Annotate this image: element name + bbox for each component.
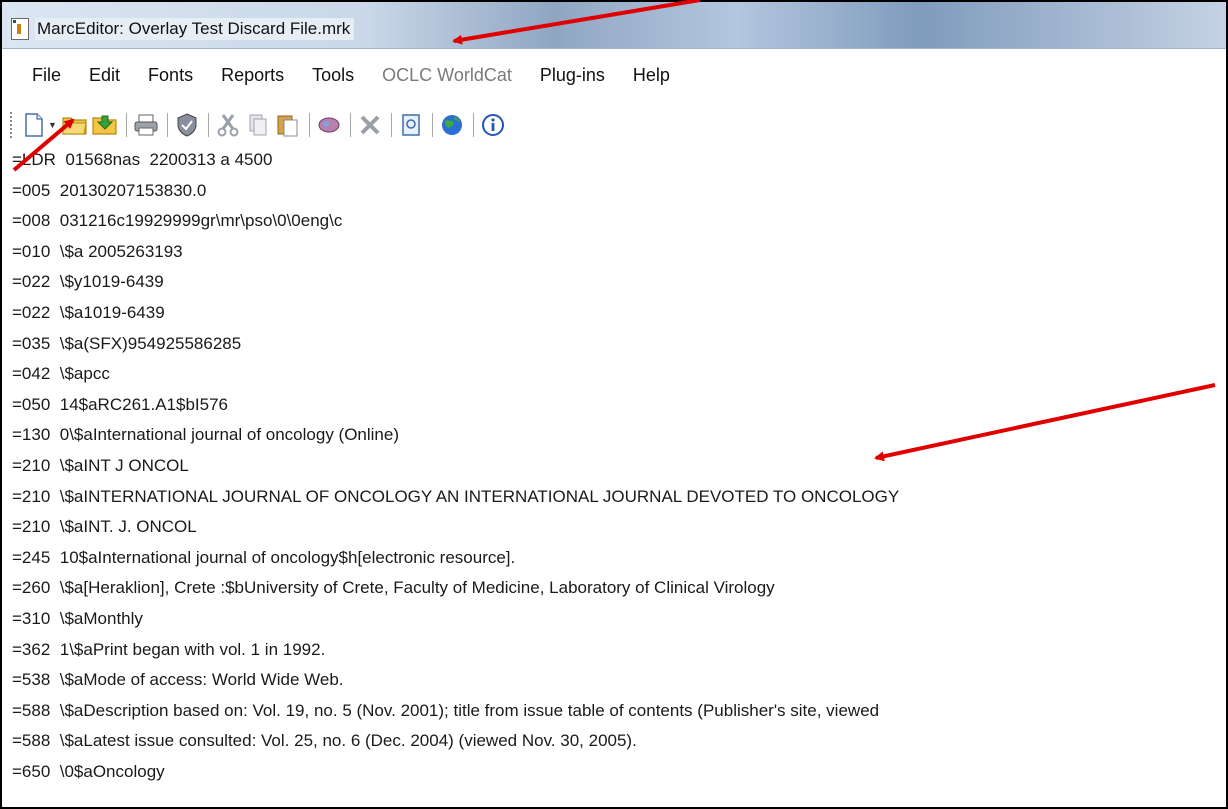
- marc-field-line[interactable]: =130 0\$aInternational journal of oncolo…: [12, 425, 399, 445]
- menu-help[interactable]: Help: [633, 65, 670, 86]
- marc-field-line[interactable]: =260 \$a[Heraklion], Crete :$bUniversity…: [12, 578, 775, 598]
- marc-field-line[interactable]: =035 \$a(SFX)954925586285: [12, 334, 241, 354]
- marc-field-line[interactable]: =050 14$aRC261.A1$bI576: [12, 395, 228, 415]
- menu-oclc-worldcat[interactable]: OCLC WorldCat: [382, 65, 512, 86]
- preview-icon[interactable]: [397, 111, 425, 139]
- toolbar-separator: [308, 113, 310, 137]
- menu-reports[interactable]: Reports: [221, 65, 284, 86]
- marc-field-line[interactable]: =538 \$aMode of access: World Wide Web.: [12, 670, 344, 690]
- toolbar-separator: [431, 113, 433, 137]
- info-icon[interactable]: [479, 111, 507, 139]
- toolbar-grip[interactable]: [10, 112, 12, 138]
- menu-bar: File Edit Fonts Reports Tools OCLC World…: [2, 60, 1226, 90]
- menu-file[interactable]: File: [32, 65, 61, 86]
- marc-text-editor[interactable]: =LDR 01568nas 2200313 a 4500 =005 2013020…: [2, 146, 1226, 806]
- marc-field-line[interactable]: =005 20130207153830.0: [12, 181, 206, 201]
- save-icon[interactable]: [91, 111, 119, 139]
- marc-field-line[interactable]: =362 1\$aPrint began with vol. 1 in 1992…: [12, 640, 325, 660]
- new-file-icon[interactable]: [20, 111, 48, 139]
- toolbar-separator: [349, 113, 351, 137]
- validate-icon[interactable]: [173, 111, 201, 139]
- globe-icon[interactable]: [438, 111, 466, 139]
- menu-fonts[interactable]: Fonts: [148, 65, 193, 86]
- cut-icon[interactable]: [214, 111, 242, 139]
- marc-field-line[interactable]: =588 \$aLatest issue consulted: Vol. 25,…: [12, 731, 637, 751]
- open-folder-icon[interactable]: [61, 111, 89, 139]
- app-icon: [11, 18, 29, 40]
- menu-edit[interactable]: Edit: [89, 65, 120, 86]
- find-icon[interactable]: [315, 111, 343, 139]
- marc-field-line[interactable]: =210 \$aINTERNATIONAL JOURNAL OF ONCOLOG…: [12, 487, 899, 507]
- toolbar: ▼: [2, 108, 1226, 142]
- toolbar-separator: [125, 113, 127, 137]
- title-bar: MarcEditor: Overlay Test Discard File.mr…: [2, 2, 1226, 49]
- toolbar-separator: [390, 113, 392, 137]
- delete-icon[interactable]: [356, 111, 384, 139]
- menu-tools[interactable]: Tools: [312, 65, 354, 86]
- marc-field-line[interactable]: =210 \$aINT. J. ONCOL: [12, 517, 197, 537]
- marc-field-line[interactable]: =310 \$aMonthly: [12, 609, 143, 629]
- marc-field-line[interactable]: =008 031216c19929999gr\mr\pso\0\0eng\c: [12, 211, 342, 231]
- marceditor-window: MarcEditor: Overlay Test Discard File.mr…: [0, 0, 1228, 809]
- marc-field-line[interactable]: =245 10$aInternational journal of oncolo…: [12, 548, 515, 568]
- toolbar-separator: [166, 113, 168, 137]
- marc-field-line[interactable]: =LDR 01568nas 2200313 a 4500: [12, 150, 272, 170]
- marc-field-line[interactable]: =022 \$a1019-6439: [12, 303, 165, 323]
- copy-icon[interactable]: [244, 111, 272, 139]
- marc-field-line[interactable]: =588 \$aDescription based on: Vol. 19, n…: [12, 701, 879, 721]
- new-dropdown-icon[interactable]: ▼: [48, 120, 57, 130]
- toolbar-separator: [207, 113, 209, 137]
- menu-plug-ins[interactable]: Plug-ins: [540, 65, 605, 86]
- print-icon[interactable]: [132, 111, 160, 139]
- marc-field-line[interactable]: =010 \$a 2005263193: [12, 242, 183, 262]
- marc-field-line[interactable]: =022 \$y1019-6439: [12, 272, 164, 292]
- toolbar-separator: [472, 113, 474, 137]
- marc-field-line[interactable]: =210 \$aINT J ONCOL: [12, 456, 189, 476]
- marc-field-line[interactable]: =042 \$apcc: [12, 364, 110, 384]
- marc-field-line[interactable]: =650 \0$aOncology: [12, 762, 165, 782]
- window-title: MarcEditor: Overlay Test Discard File.mr…: [35, 18, 355, 40]
- paste-icon[interactable]: [274, 111, 302, 139]
